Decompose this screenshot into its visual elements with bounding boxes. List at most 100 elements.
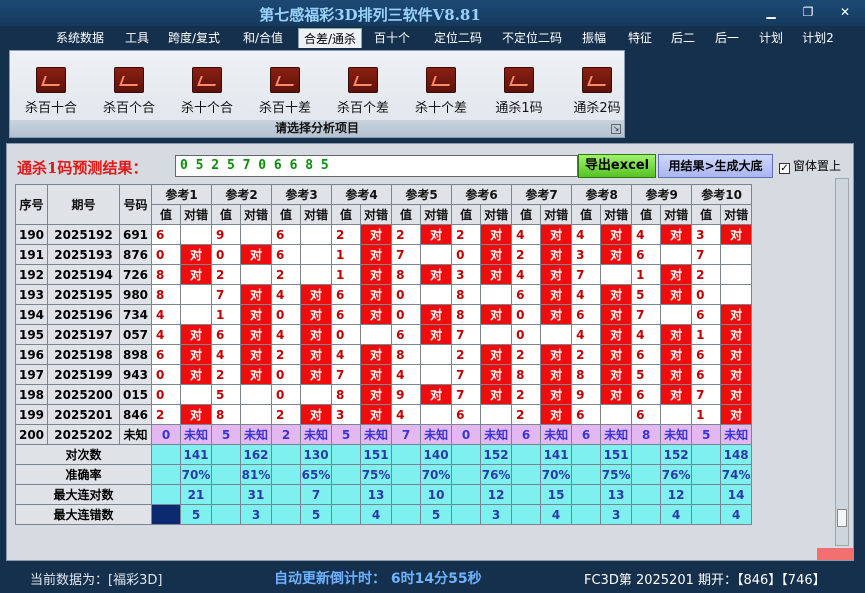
menu-tab-4[interactable]: 合差/通杀 <box>298 28 362 48</box>
minimize-icon[interactable]: ▁ <box>760 4 782 20</box>
table-row[interactable]: 193 2025195 980 8 7 对 4 对 6 对 0 8 6 对 4 对 5 对 0 <box>15 284 753 305</box>
stats-value: 75% <box>600 464 633 485</box>
stats-value: 75% <box>360 464 393 485</box>
ribbon-launcher-icon[interactable]: ↘ <box>611 124 621 134</box>
export-excel-button[interactable]: 导出excel <box>578 154 656 178</box>
resize-grip[interactable] <box>817 548 853 560</box>
menu-tab-10[interactable]: 后二 <box>666 28 700 48</box>
check-header: 对错 <box>360 204 393 225</box>
period-header[interactable]: 期号 <box>47 184 120 225</box>
ribbon-button-3[interactable]: 杀百十差 <box>250 67 320 116</box>
menu-tab-3[interactable]: 和/合值 <box>236 28 290 48</box>
ribbon-panel: 杀百十合 杀百个合 杀十个合 杀百十差 杀百个差 杀十个差 通杀1码 通杀2码 请选择分析项目… <box>9 50 625 138</box>
ref-value: 0 <box>271 364 302 385</box>
ref-header[interactable]: 参考1 <box>150 184 213 205</box>
ribbon-button-1[interactable]: 杀百个合 <box>94 67 164 116</box>
close-icon[interactable]: ✕ <box>834 4 856 20</box>
checkbox-icon[interactable]: ✓ <box>779 163 790 174</box>
ribbon-button-5[interactable]: 杀十个差 <box>406 67 476 116</box>
stats-value: 10 <box>420 484 453 505</box>
ref-value: 6 <box>151 344 181 365</box>
hit-cell: 对 <box>360 284 393 305</box>
stats-value: 5 <box>420 504 453 525</box>
stats-label: 准确率 <box>15 464 152 485</box>
ref-header[interactable]: 参考3 <box>271 184 333 205</box>
ref-header[interactable]: 参考2 <box>211 184 273 205</box>
table-row[interactable]: 199 2025201 846 2 对 8 2 对 3 对 4 6 2 对 6 6 1 对 <box>15 404 753 425</box>
ref-header[interactable]: 参考6 <box>451 184 513 205</box>
ref-value: 4 <box>211 344 242 365</box>
menu-tab-9[interactable]: 特征 <box>620 28 660 48</box>
scroll-thumb[interactable] <box>837 509 847 527</box>
stats-spacer <box>571 484 602 505</box>
menu-tab-5[interactable]: 百十个 <box>372 28 412 48</box>
table-row[interactable]: 195 2025197 057 4 对 6 对 4 对 0 6 对 7 0 4 对 4 对 1 对 <box>15 324 753 345</box>
value-header: 值 <box>571 204 602 225</box>
ref-value: 2 <box>271 264 302 285</box>
row-seq: 198 <box>15 384 48 405</box>
ref-header[interactable]: 参考8 <box>571 184 633 205</box>
menu-tab-11[interactable]: 后一 <box>708 28 746 48</box>
ref-value: 6 <box>631 404 662 425</box>
menu-tab-6[interactable]: 定位二码 <box>428 28 488 48</box>
table-row[interactable]: 194 2025196 734 4 1 对 0 对 6 对 0 对 8 对 0 对 6 对 7 6 对 <box>15 304 753 325</box>
miss-cell <box>720 244 753 265</box>
prediction-row[interactable]: 200 2025202 未知 0 未知 5 未知 2 未知 5 未知 7 未知 0 未知 6 未知 6 未知 8 未知 5… <box>15 424 753 445</box>
generate-base-button[interactable]: 用结果>生成大底 <box>658 154 773 178</box>
ref-header[interactable]: 参考5 <box>391 184 453 205</box>
stats-spacer <box>511 504 542 525</box>
table-row[interactable]: 197 2025199 943 0 对 2 对 0 对 7 对 4 7 对 8 对 8 对 5 对 6 对 <box>15 364 753 385</box>
stats-spacer <box>331 464 362 485</box>
table-row[interactable]: 190 2025192 691 6 9 6 2 对 2 对 2 对 4 对 4 对 4 对 3 对 <box>15 224 753 245</box>
hit-cell: 对 <box>480 364 513 385</box>
ref-value: 6 <box>691 304 722 325</box>
row-code: 943 <box>119 364 152 385</box>
vertical-scrollbar[interactable] <box>835 178 849 546</box>
ref-header[interactable]: 参考9 <box>631 184 693 205</box>
ref-header[interactable]: 参考7 <box>511 184 573 205</box>
table-row[interactable]: 192 2025194 726 8 对 2 2 1 对 8 对 3 对 4 对 7 1 对 2 <box>15 264 753 285</box>
hit-cell: 对 <box>300 304 333 325</box>
stats-spacer <box>451 484 482 505</box>
ref-header[interactable]: 参考10 <box>691 184 753 205</box>
ribbon-button-2[interactable]: 杀十个合 <box>172 67 242 116</box>
ribbon-button-6[interactable]: 通杀1码 <box>484 67 554 116</box>
menu-tab-8[interactable]: 振幅 <box>576 28 612 48</box>
predicted-value: 0 <box>151 424 181 445</box>
row-code: 015 <box>119 384 152 405</box>
ref-value: 4 <box>571 284 602 305</box>
menu-tab-7[interactable]: 不定位二码 <box>496 28 568 48</box>
menu-tab-12[interactable]: 计划 <box>752 28 790 48</box>
ontop-checkbox[interactable]: ✓ 窗体置上 <box>779 157 841 174</box>
ref-value: 2 <box>511 244 542 265</box>
result-field[interactable]: 0 5 2 5 7 0 6 6 8 5 <box>175 155 578 177</box>
hit-cell: 对 <box>540 284 573 305</box>
hit-cell: 对 <box>179 404 213 425</box>
ribbon-button-7[interactable]: 通杀2码 <box>562 67 632 116</box>
ribbon-button-label: 通杀2码 <box>573 101 621 116</box>
table-row[interactable]: 196 2025198 898 6 对 4 对 2 对 4 对 8 2 对 2 对 2 对 6 对 6 对 <box>15 344 753 365</box>
menu-tab-13[interactable]: 计划2 <box>796 28 840 48</box>
table-row[interactable]: 198 2025200 015 0 5 0 8 对 9 对 7 对 2 对 9 对 6 对 7 对 <box>15 384 753 405</box>
restore-icon[interactable]: ❐ <box>797 4 819 20</box>
menu-tab-1[interactable]: 工具 <box>118 28 156 48</box>
stats-value: 13 <box>600 484 633 505</box>
check-header: 对错 <box>240 204 273 225</box>
ribbon-button-0[interactable]: 杀百十合 <box>16 67 86 116</box>
ribbon-button-4[interactable]: 杀百个差 <box>328 67 398 116</box>
hit-cell: 对 <box>660 284 693 305</box>
ref-header[interactable]: 参考4 <box>331 184 393 205</box>
stats-value: 162 <box>240 444 273 465</box>
table-row[interactable]: 191 2025193 876 0 对 0 对 6 1 对 7 0 对 2 对 3 对 6 7 <box>15 244 753 265</box>
hit-cell: 对 <box>420 224 453 245</box>
hit-cell: 对 <box>600 384 633 405</box>
stats-value: 4 <box>540 504 573 525</box>
menu-tab-2[interactable]: 跨度/复式 <box>162 28 226 48</box>
countdown-label: 自动更新倒计时： 6时14分55秒 <box>274 571 482 587</box>
ref-value: 9 <box>571 384 602 405</box>
menu-tab-0[interactable]: 系统数据 <box>50 28 110 48</box>
seq-header[interactable]: 序号 <box>15 184 48 225</box>
ref-value: 2 <box>331 224 362 245</box>
hit-cell: 对 <box>179 364 213 385</box>
code-header[interactable]: 号码 <box>119 184 152 225</box>
